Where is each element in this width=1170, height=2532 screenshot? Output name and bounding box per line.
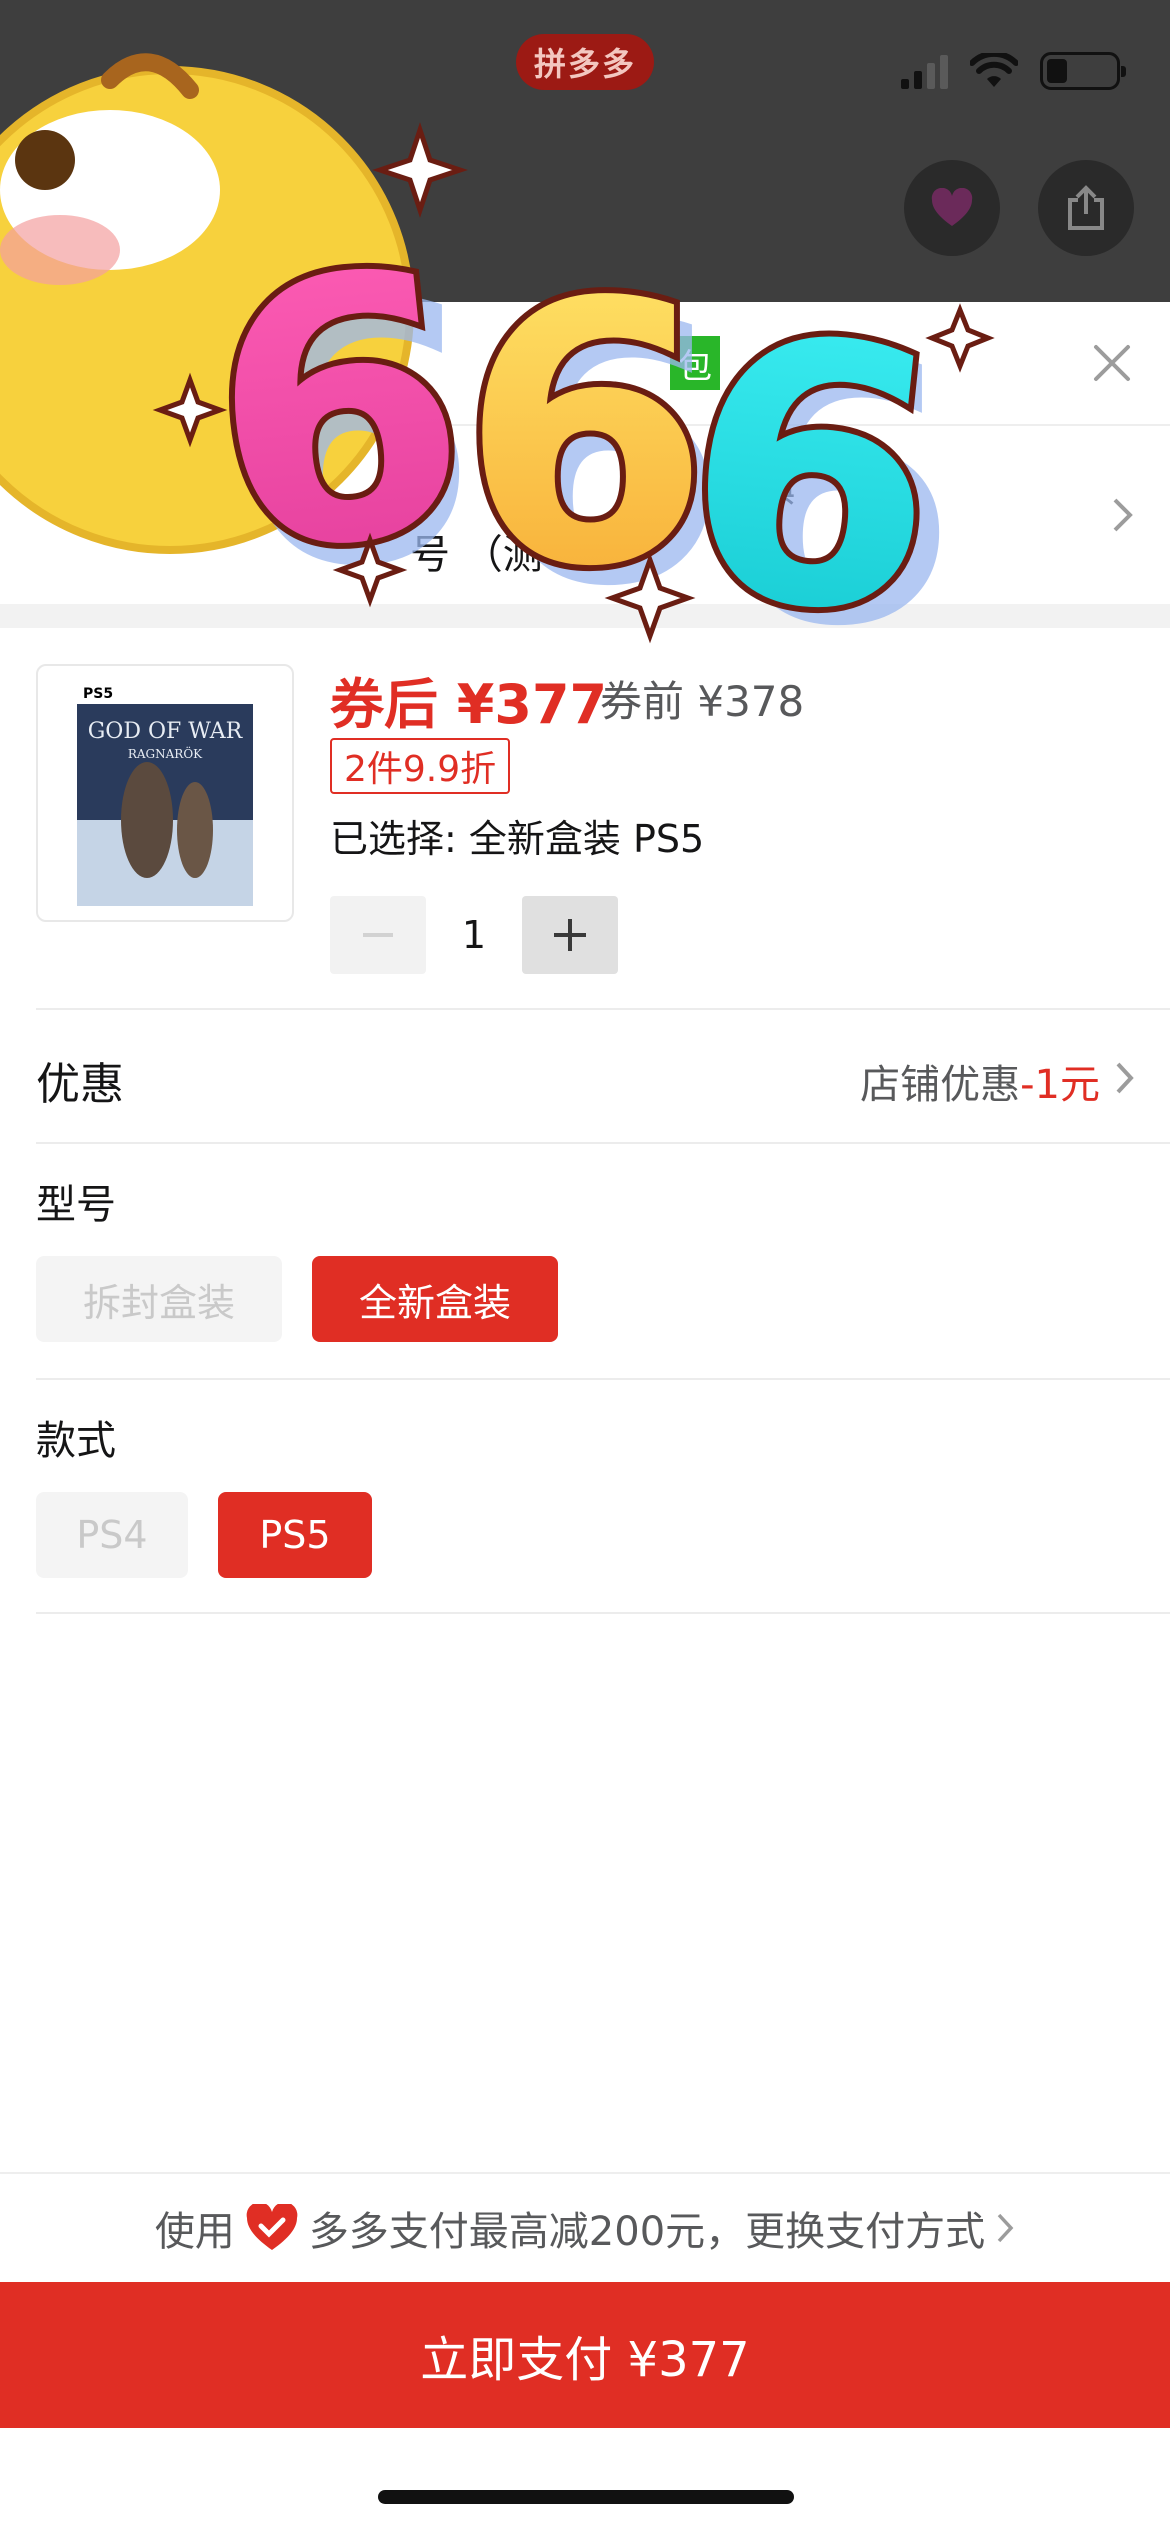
share-icon — [1068, 185, 1104, 230]
chevron-right-icon — [997, 2213, 1014, 2243]
divider — [36, 1008, 1170, 1010]
address-line-1: 省 市 镇 — [650, 465, 796, 511]
cover-title: GOD OF WAR — [88, 719, 244, 744]
address-line-2: 号 （测 — [410, 532, 543, 578]
chevron-right-icon[interactable] — [1114, 1060, 1136, 1096]
shipping-tag: 包 — [670, 336, 720, 390]
quantity-value: 1 — [461, 913, 487, 957]
option-ps5[interactable]: PS5 — [218, 1492, 372, 1578]
divider — [36, 1612, 1170, 1614]
heart-pay-icon — [246, 2204, 298, 2250]
close-icon[interactable] — [1084, 335, 1140, 391]
home-indicator — [378, 2490, 794, 2504]
discount-value: -1元 — [1020, 1062, 1100, 1108]
dimmed-background[interactable]: 拼多多 — [0, 0, 1170, 302]
increase-button[interactable] — [522, 896, 618, 974]
quantity-stepper: 1 — [330, 896, 618, 974]
heart-icon — [931, 188, 973, 226]
product-image[interactable]: PS5 GOD OF WAR RAGNARÖK — [36, 664, 294, 922]
battery-icon — [1040, 52, 1126, 90]
price-before-coupon: 券前 ¥378 — [600, 677, 805, 726]
cover-subtitle: RAGNARÖK — [128, 745, 203, 761]
pay-now-button[interactable]: 立即支付 ¥377 — [0, 2282, 1170, 2428]
pay-hint-text: 多多支付最高减200元，更换支付方式 — [308, 2209, 986, 2255]
model-title: 型号 — [36, 1182, 116, 1228]
payment-method-row[interactable]: 使用 多多支付最高减200元，更换支付方式 — [0, 2172, 1170, 2282]
option-unsealed-box[interactable]: 拆封盒装 — [36, 1256, 282, 1342]
discount-title: 优惠 — [36, 1059, 124, 1110]
wifi-icon — [970, 53, 1018, 87]
option-new-box[interactable]: 全新盒装 — [312, 1256, 558, 1342]
game-cover-image: PS5 GOD OF WAR RAGNARÖK — [77, 680, 253, 906]
selected-spec: 已选择: 全新盒装 PS5 — [330, 817, 705, 861]
discount-label: 店铺优惠 — [860, 1062, 1021, 1108]
sheet-header — [0, 302, 1170, 426]
section-gap — [0, 604, 1170, 628]
divider — [36, 1378, 1170, 1380]
decrease-button[interactable] — [330, 896, 426, 974]
status-bar-icons — [901, 52, 1126, 90]
signal-icon — [901, 53, 948, 89]
discount-summary[interactable]: 店铺优惠-1元 — [860, 1052, 1100, 1110]
option-ps4[interactable]: PS4 — [36, 1492, 188, 1578]
pay-hint-prefix: 使用 — [154, 2209, 235, 2255]
promo-tag: 2件9.9折 — [330, 738, 511, 794]
share-button[interactable] — [1038, 160, 1134, 256]
cover-brand: PS5 — [83, 686, 113, 702]
style-title: 款式 — [36, 1418, 116, 1464]
chevron-right-icon[interactable] — [1110, 495, 1136, 535]
price-after-coupon: 券后 ¥377 — [330, 673, 608, 736]
minus-icon — [363, 933, 393, 937]
app-badge: 拼多多 — [516, 34, 654, 90]
plus-icon — [554, 919, 586, 951]
divider — [36, 1142, 1170, 1144]
favorite-button[interactable] — [904, 160, 1000, 256]
address-row[interactable] — [0, 426, 1170, 604]
